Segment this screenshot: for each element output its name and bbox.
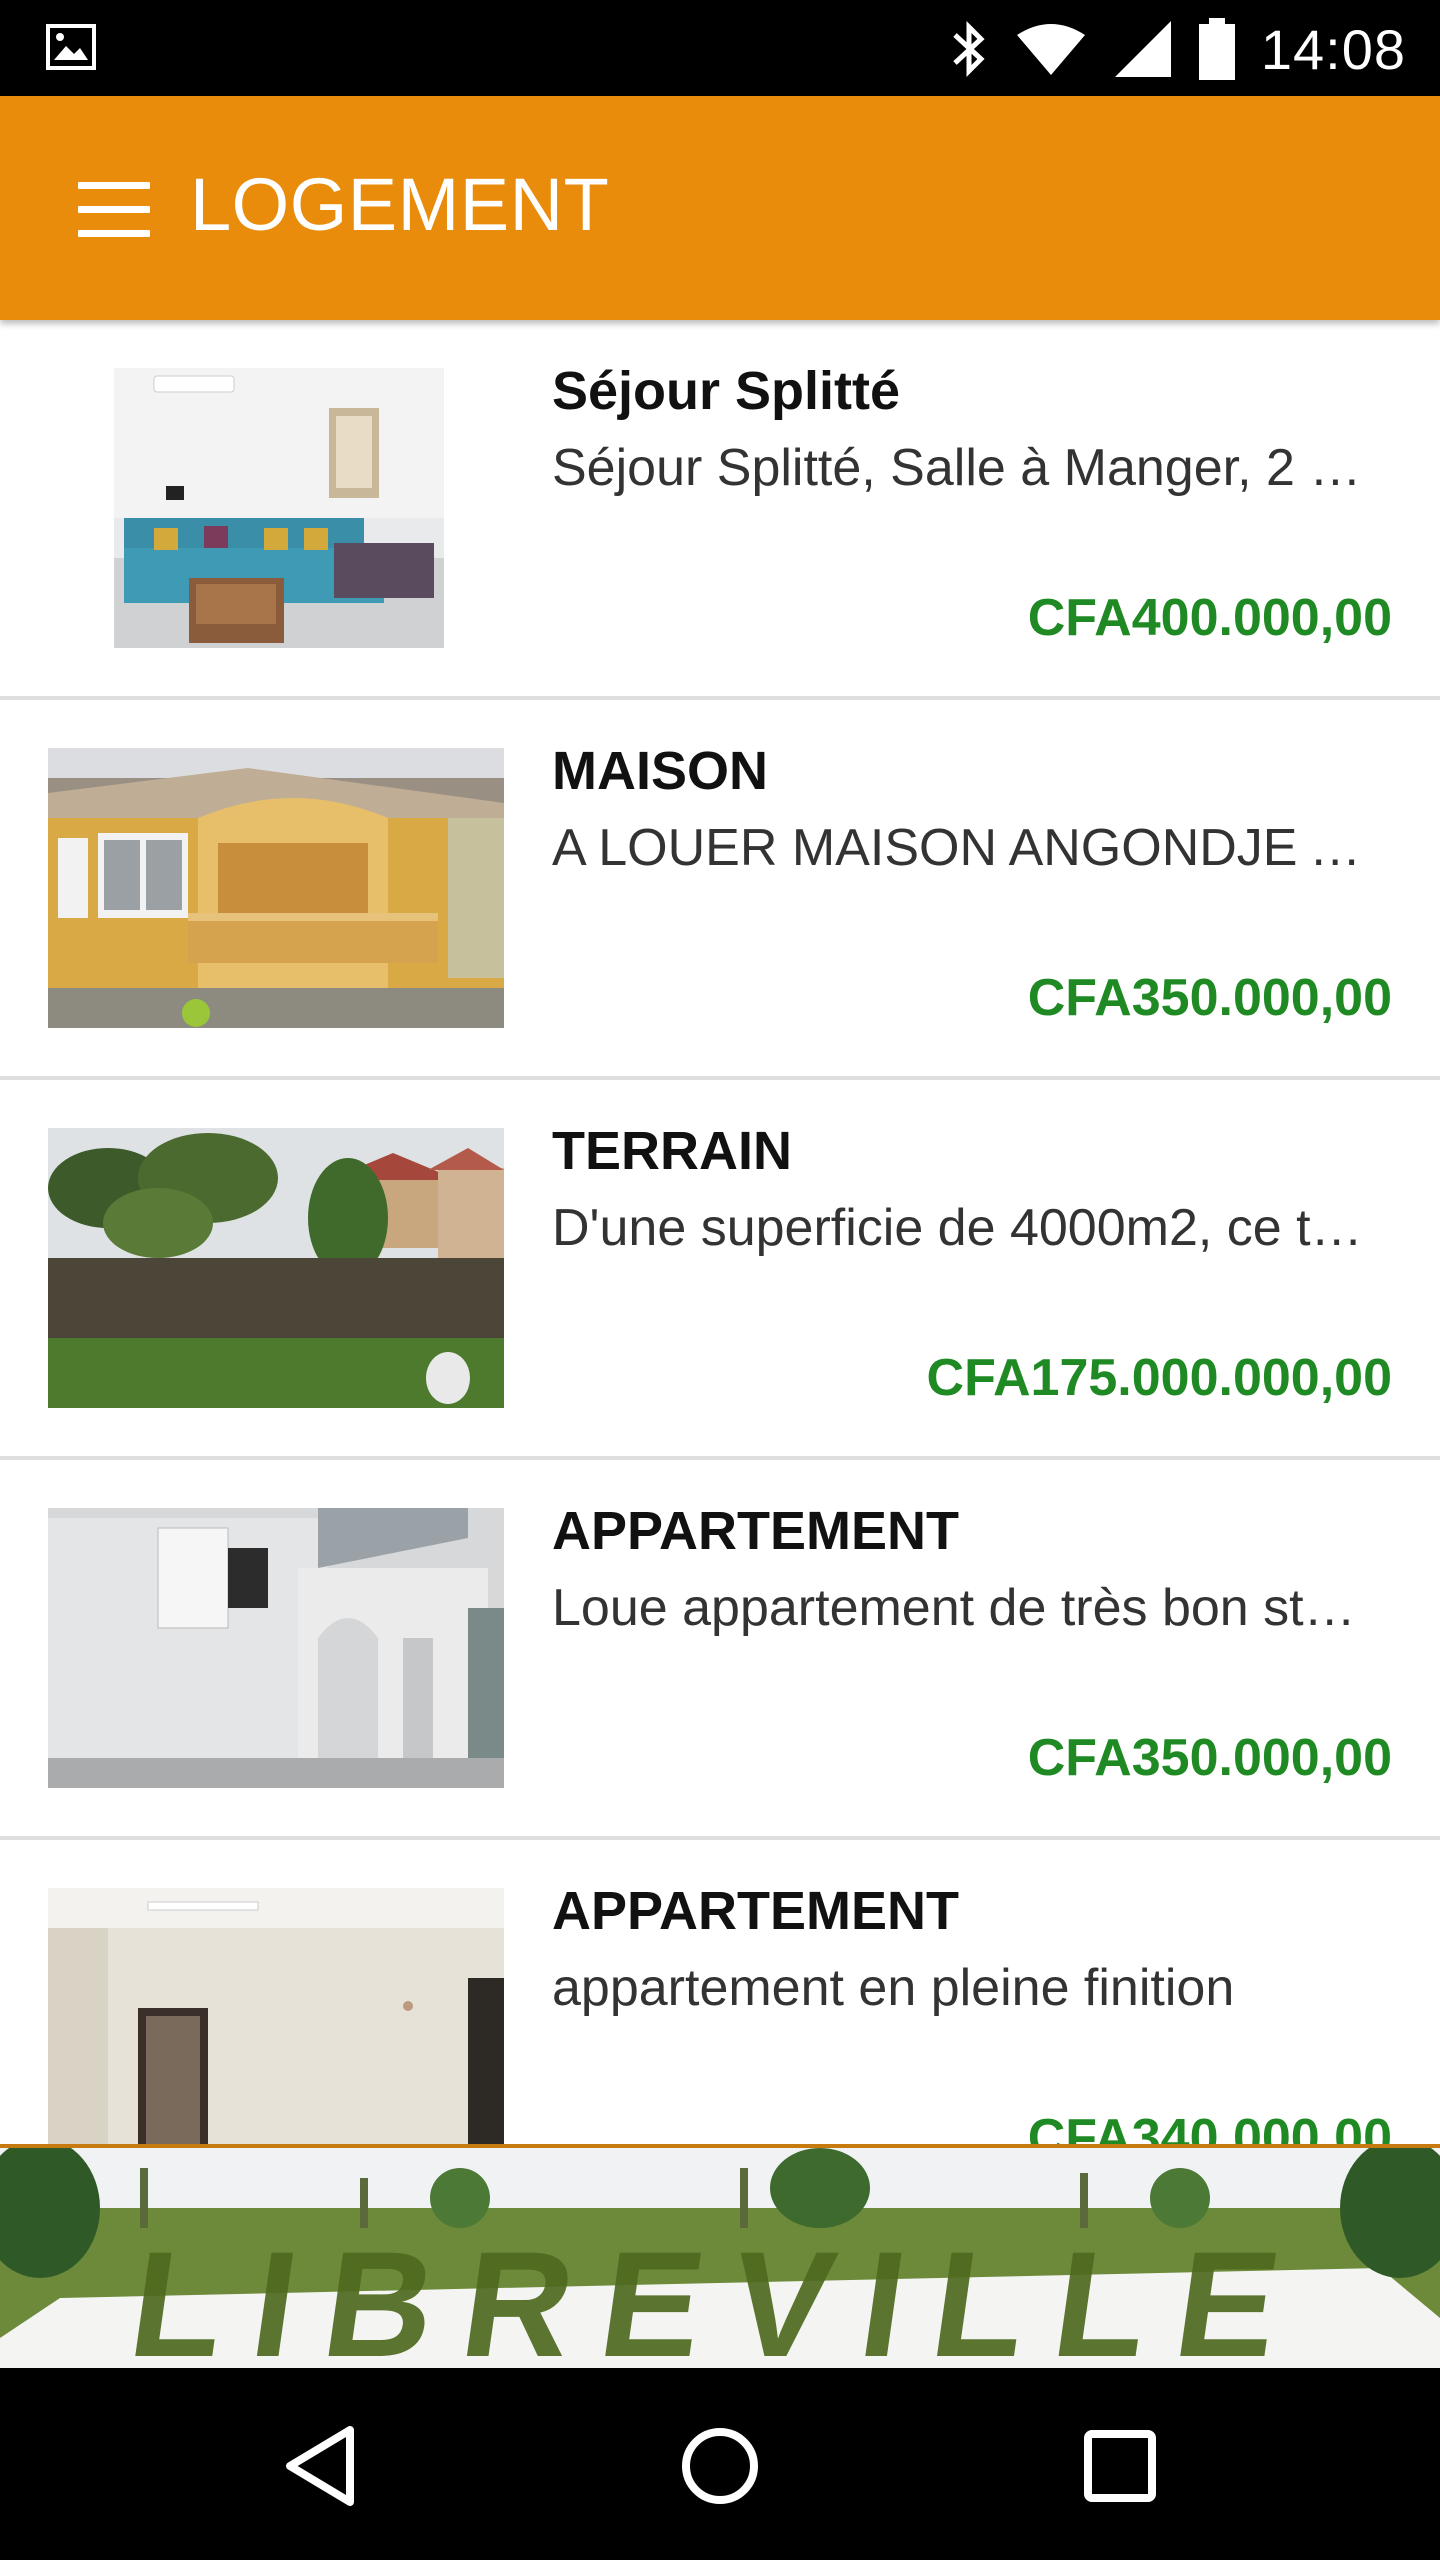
listing-item[interactable]: APPARTEMENT appartement en pleine finiti… bbox=[0, 1840, 1440, 2144]
wifi-icon bbox=[1016, 24, 1085, 75]
listing-price: CFA175.000.000,00 bbox=[926, 1349, 1392, 1407]
listing-description: Séjour Splitté, Salle à Manger, 2 Chambr… bbox=[552, 439, 1384, 497]
listing-item[interactable]: Séjour Splitté Séjour Splitté, Salle à M… bbox=[0, 320, 1440, 700]
listing-price: CFA340.000,00 bbox=[1027, 2109, 1392, 2144]
listing-item[interactable]: MAISON A LOUER MAISON ANGONDJE AVEC JARD… bbox=[0, 700, 1440, 1080]
status-time: 14:08 bbox=[1260, 17, 1406, 81]
battery-icon bbox=[1198, 18, 1235, 80]
listing-price: CFA350.000,00 bbox=[1027, 969, 1392, 1027]
bluetooth-icon bbox=[953, 20, 985, 78]
listing-price: CFA400.000,00 bbox=[1027, 589, 1392, 647]
land-plot-photo bbox=[48, 1128, 504, 1408]
listing-title: Séjour Splitté bbox=[552, 361, 901, 421]
listing-description: appartement en pleine finition bbox=[552, 1959, 1235, 2017]
listing-title: APPARTEMENT bbox=[552, 1881, 960, 1941]
interior-room-photo bbox=[48, 1888, 504, 2144]
listing-list[interactable]: Séjour Splitté Séjour Splitté, Salle à M… bbox=[0, 320, 1440, 2144]
navigation-bar bbox=[0, 2368, 1440, 2560]
home-icon[interactable] bbox=[670, 2416, 770, 2516]
listing-title: TERRAIN bbox=[552, 1121, 792, 1181]
listing-title: APPARTEMENT bbox=[552, 1501, 960, 1561]
status-icons: 14:08 bbox=[949, 14, 1406, 84]
living-room-photo bbox=[114, 368, 444, 648]
listing-item[interactable]: APPARTEMENT Loue appartement de très bon… bbox=[0, 1460, 1440, 1840]
hamburger-menu-icon[interactable] bbox=[78, 182, 152, 238]
app-bar: LOGEMENT bbox=[0, 96, 1440, 320]
listing-description: A LOUER MAISON ANGONDJE AVEC JARDIN bbox=[552, 819, 1384, 877]
listing-description: D'une superficie de 4000m2, ce terrain bbox=[552, 1199, 1384, 1257]
banner-text: LIBREVILLE bbox=[120, 2220, 1320, 2368]
page-title: LOGEMENT bbox=[190, 163, 610, 246]
listing-title: MAISON bbox=[552, 741, 768, 801]
listing-price: CFA350.000,00 bbox=[1027, 1729, 1392, 1787]
white-apartment-photo bbox=[48, 1508, 504, 1788]
recents-icon[interactable] bbox=[1070, 2416, 1170, 2516]
status-bar: 14:08 bbox=[0, 0, 1440, 96]
libreville-banner[interactable]: LIBREVILLE bbox=[0, 2144, 1440, 2368]
listing-item[interactable]: TERRAIN D'une superficie de 4000m2, ce t… bbox=[0, 1080, 1440, 1460]
listing-description: Loue appartement de très bon standing bbox=[552, 1579, 1384, 1637]
back-icon[interactable] bbox=[272, 2416, 372, 2516]
signal-icon bbox=[1114, 21, 1171, 77]
image-icon bbox=[46, 24, 96, 70]
yellow-house-photo bbox=[48, 748, 504, 1028]
